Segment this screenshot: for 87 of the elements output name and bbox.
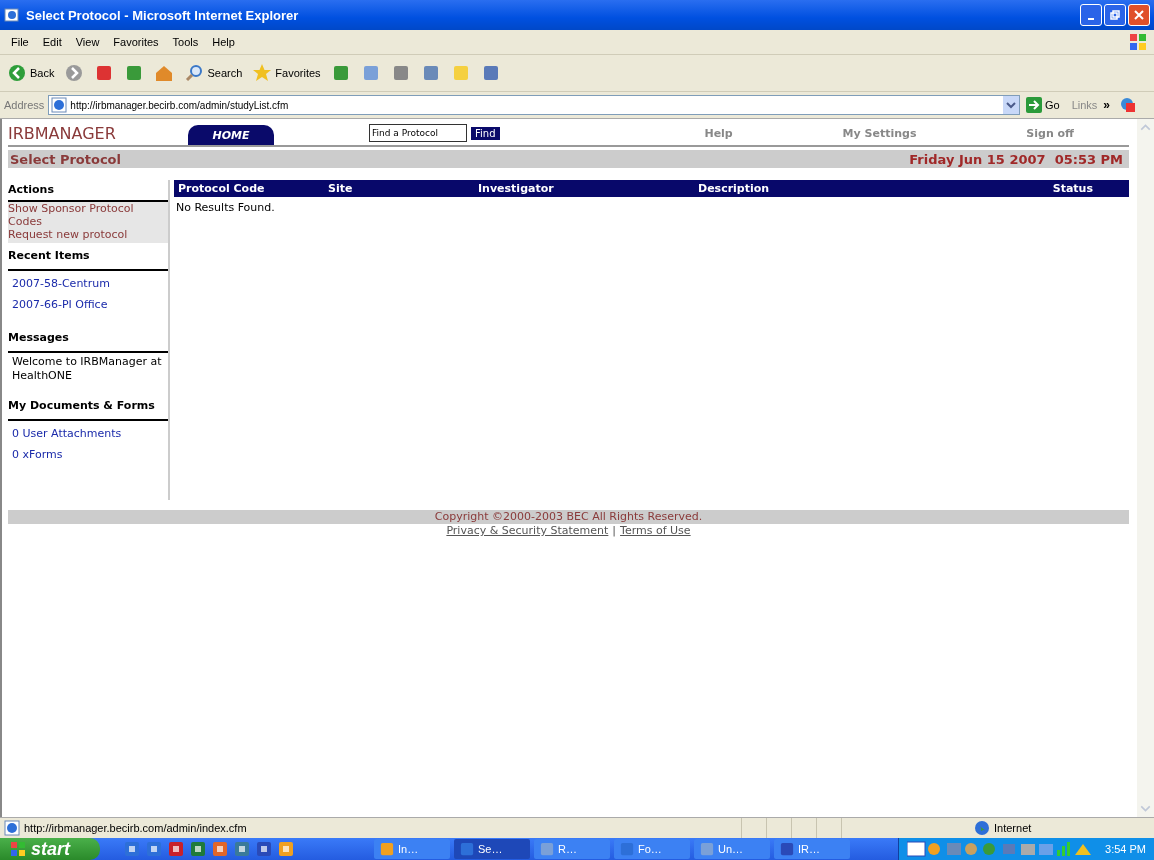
link-separator: | bbox=[612, 524, 617, 537]
taskbar-button[interactable]: Se… bbox=[454, 839, 530, 859]
window-title: Select Protocol - Microsoft Internet Explorer bbox=[26, 7, 300, 23]
page-title: Select Protocol bbox=[10, 151, 121, 167]
minimize-icon bbox=[1088, 17, 1094, 20]
app-icon bbox=[540, 842, 554, 856]
action-link[interactable]: Request new protocol bbox=[8, 228, 168, 241]
menu-item[interactable]: Help bbox=[205, 36, 242, 48]
date-time: Friday Jun 15 2007 05:53 PM bbox=[909, 151, 1123, 167]
taskbar-button[interactable]: Un… bbox=[694, 839, 770, 859]
menu-item[interactable]: File bbox=[4, 36, 36, 48]
clock: 3:54 PM bbox=[1105, 843, 1146, 855]
menu-item[interactable]: Tools bbox=[165, 36, 206, 48]
windows-flag-icon bbox=[10, 841, 26, 857]
page-icon bbox=[51, 97, 68, 113]
nav-link[interactable]: Sign off bbox=[1026, 126, 1075, 140]
app-launch-icon[interactable] bbox=[256, 841, 272, 857]
start-button[interactable]: start bbox=[0, 838, 100, 860]
sidebar-link[interactable]: 2007-66-PI Office bbox=[12, 294, 164, 315]
page-icon bbox=[4, 820, 20, 836]
footer-link[interactable]: Privacy & Security Statement bbox=[446, 524, 609, 537]
section-heading: My Documents & Forms bbox=[8, 393, 168, 421]
back-button[interactable]: Back bbox=[4, 61, 58, 85]
minimize-button[interactable] bbox=[1080, 4, 1102, 26]
forward-icon bbox=[64, 63, 85, 83]
app-icon bbox=[700, 842, 714, 856]
menu-item[interactable]: View bbox=[68, 36, 107, 48]
browser-icon bbox=[4, 7, 20, 23]
menu-item[interactable]: Favorites bbox=[106, 36, 166, 48]
close-button[interactable] bbox=[1128, 4, 1150, 26]
restore-button[interactable] bbox=[1104, 4, 1126, 26]
app-launch-icon[interactable] bbox=[146, 841, 162, 857]
column-header[interactable]: Status bbox=[998, 182, 1129, 195]
menu-item[interactable]: Edit bbox=[35, 36, 69, 48]
nav-link[interactable]: My Settings bbox=[842, 126, 917, 140]
search-button[interactable]: Search bbox=[181, 61, 246, 85]
address-label: Address bbox=[4, 99, 45, 111]
address-field[interactable]: http://irbmanager.becirb.com/admin/studyList.cfm bbox=[48, 95, 1020, 115]
arrow-icon bbox=[1025, 97, 1042, 113]
home-icon bbox=[154, 63, 175, 83]
message-text: Welcome to IRBManager at HealthONE bbox=[12, 355, 163, 383]
taskbar-button[interactable]: In… bbox=[374, 839, 450, 859]
app-launch-icon[interactable] bbox=[278, 841, 294, 857]
close-icon bbox=[1134, 10, 1144, 20]
search-icon bbox=[184, 63, 205, 83]
app-launch-icon[interactable] bbox=[190, 841, 206, 857]
restore-icon bbox=[1110, 10, 1120, 20]
app-launch-icon[interactable] bbox=[212, 841, 228, 857]
back-icon bbox=[7, 63, 27, 83]
sidebar-link[interactable]: 2007-58-Centrum bbox=[12, 273, 164, 294]
empty-message: No Results Found. bbox=[175, 200, 276, 216]
site-logo[interactable]: IRBMANAGER bbox=[8, 123, 188, 143]
section-heading: Recent Items bbox=[8, 243, 168, 271]
app-icon bbox=[380, 842, 394, 856]
sidebar-link[interactable]: 0 User Attachments bbox=[12, 423, 164, 444]
action-link[interactable]: Show Sponsor Protocol Codes bbox=[8, 202, 168, 228]
taskbar-button[interactable]: IR… bbox=[774, 839, 850, 859]
column-header[interactable]: Investigator bbox=[478, 182, 698, 195]
favorites-button[interactable]: Favorites bbox=[249, 61, 324, 85]
home-tab[interactable]: HOME bbox=[188, 125, 274, 145]
column-header[interactable]: Protocol Code bbox=[178, 182, 328, 195]
app-launch-icon[interactable] bbox=[124, 841, 140, 857]
section-heading: Messages bbox=[8, 325, 168, 353]
footer-link[interactable]: Terms of Use bbox=[620, 524, 691, 537]
app-icon bbox=[620, 842, 634, 856]
app-icon bbox=[780, 842, 794, 856]
windows-flag-icon bbox=[1128, 32, 1148, 52]
nav-link[interactable]: Help bbox=[704, 126, 733, 140]
copyright-text: Copyright ©2000-2003 BEC All Rights Reserved. bbox=[434, 510, 703, 523]
taskbar-button[interactable]: Fo… bbox=[614, 839, 690, 859]
app-icon bbox=[460, 842, 474, 856]
find-button[interactable]: Find bbox=[471, 126, 500, 140]
favorites-icon bbox=[252, 63, 273, 83]
status-text: http://irbmanager.becirb.com/admin/index.cfm bbox=[24, 822, 247, 834]
column-header[interactable]: Description bbox=[698, 182, 998, 195]
search-field[interactable]: Find a Protocol bbox=[369, 124, 467, 142]
go-button[interactable]: Go bbox=[1023, 97, 1068, 113]
more-links-button[interactable]: » bbox=[1101, 98, 1116, 112]
sidebar-link[interactable]: 0 xForms bbox=[12, 444, 164, 465]
taskbar-button[interactable]: R… bbox=[534, 839, 610, 859]
zone-label: Internet bbox=[994, 822, 1032, 834]
app-launch-icon[interactable] bbox=[234, 841, 250, 857]
app-launch-icon[interactable] bbox=[168, 841, 184, 857]
links-label: Links bbox=[1071, 99, 1098, 111]
globe-icon bbox=[974, 820, 990, 836]
dropdown-icon[interactable] bbox=[1002, 96, 1019, 114]
column-header[interactable]: Site bbox=[328, 182, 478, 195]
